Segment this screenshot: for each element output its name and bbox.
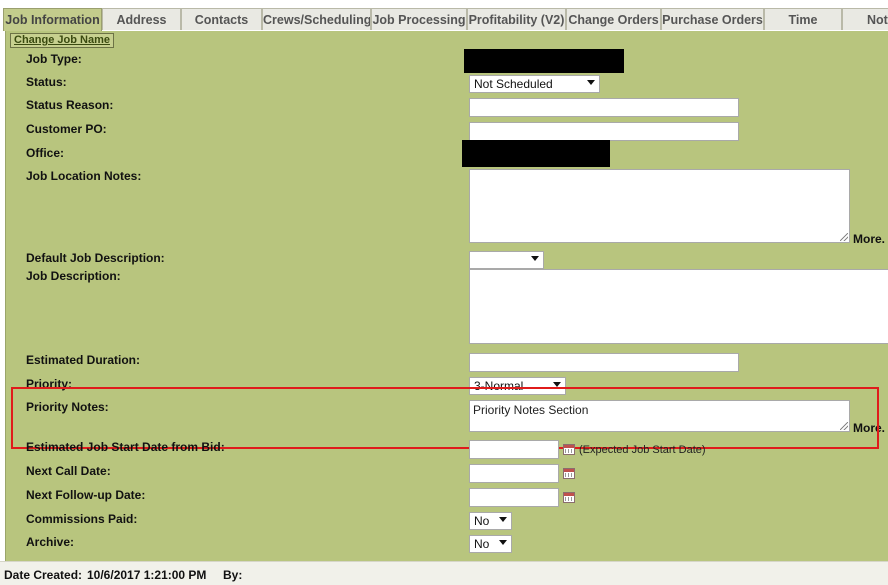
est-start-date-label: Estimated Job Start Date from Bid: — [26, 440, 225, 454]
footer-bar: Date Created: 10/6/2017 1:21:00 PM By: — [0, 561, 888, 585]
commissions-paid-selected-value: No — [474, 514, 490, 528]
tab-address[interactable]: Address — [102, 8, 181, 30]
tab-profitability-v2[interactable]: Profitability (V2) — [467, 8, 566, 30]
job-location-notes-textarea[interactable] — [469, 169, 850, 243]
status-select[interactable]: Not Scheduled — [469, 75, 600, 93]
calendar-icon[interactable] — [563, 492, 575, 503]
job-type-label: Job Type: — [26, 52, 82, 66]
tab-purchase-orders[interactable]: Purchase Orders — [661, 8, 764, 30]
resize-grip-icon[interactable] — [840, 233, 848, 241]
status-reason-input[interactable] — [469, 98, 739, 117]
archive-selected-value: No — [474, 537, 490, 551]
tab-job-information[interactable]: Job Information — [3, 8, 102, 31]
change-job-name-button[interactable]: Change Job Name — [10, 33, 114, 48]
job-location-notes-more-link[interactable]: More. — [853, 232, 885, 246]
chevron-down-icon — [499, 540, 507, 545]
est-start-date-input[interactable] — [469, 440, 559, 459]
chevron-down-icon — [499, 517, 507, 522]
calendar-icon[interactable] — [563, 444, 575, 455]
next-followup-date-label: Next Follow-up Date: — [26, 488, 146, 502]
status-reason-label: Status Reason: — [26, 98, 114, 112]
job-location-notes-label: Job Location Notes: — [26, 169, 142, 183]
commissions-paid-select[interactable]: No — [469, 512, 512, 530]
chevron-down-icon — [587, 80, 595, 85]
created-by-label: By: — [223, 568, 243, 582]
estimated-duration-label: Estimated Duration: — [26, 353, 141, 367]
archive-label: Archive: — [26, 535, 75, 549]
office-label: Office: — [26, 146, 65, 160]
commissions-paid-label: Commissions Paid: — [26, 512, 138, 526]
status-selected-value: Not Scheduled — [474, 77, 553, 91]
next-call-date-label: Next Call Date: — [26, 464, 111, 478]
office-redacted-value — [462, 140, 610, 167]
status-label: Status: — [26, 75, 67, 89]
job-description-textarea[interactable] — [469, 269, 888, 344]
customer-po-input[interactable] — [469, 122, 739, 141]
tab-change-orders[interactable]: Change Orders — [566, 8, 661, 30]
est-start-date-hint: (Expected Job Start Date) — [579, 444, 706, 456]
tab-notes[interactable]: Note — [842, 8, 888, 30]
next-followup-date-input[interactable] — [469, 488, 559, 507]
default-job-description-select[interactable] — [469, 251, 544, 269]
date-created-value: 10/6/2017 1:21:00 PM — [87, 568, 207, 582]
job-description-label: Job Description: — [26, 269, 121, 283]
tab-bar: Job Information Address Contacts Crews/S… — [0, 8, 888, 31]
archive-select[interactable]: No — [469, 535, 512, 553]
chevron-down-icon — [531, 256, 539, 261]
tab-job-processing[interactable]: Job Processing — [371, 8, 467, 30]
customer-po-label: Customer PO: — [26, 122, 107, 136]
next-call-date-input[interactable] — [469, 464, 559, 483]
tab-crews-scheduling[interactable]: Crews/Scheduling — [262, 8, 371, 30]
calendar-icon[interactable] — [563, 468, 575, 479]
tab-time[interactable]: Time — [764, 8, 842, 30]
date-created-label: Date Created: — [4, 568, 83, 582]
estimated-duration-input[interactable] — [469, 353, 739, 372]
default-job-description-label: Default Job Description: — [26, 251, 165, 265]
tab-contacts[interactable]: Contacts — [181, 8, 262, 30]
job-type-redacted-value — [464, 49, 624, 73]
